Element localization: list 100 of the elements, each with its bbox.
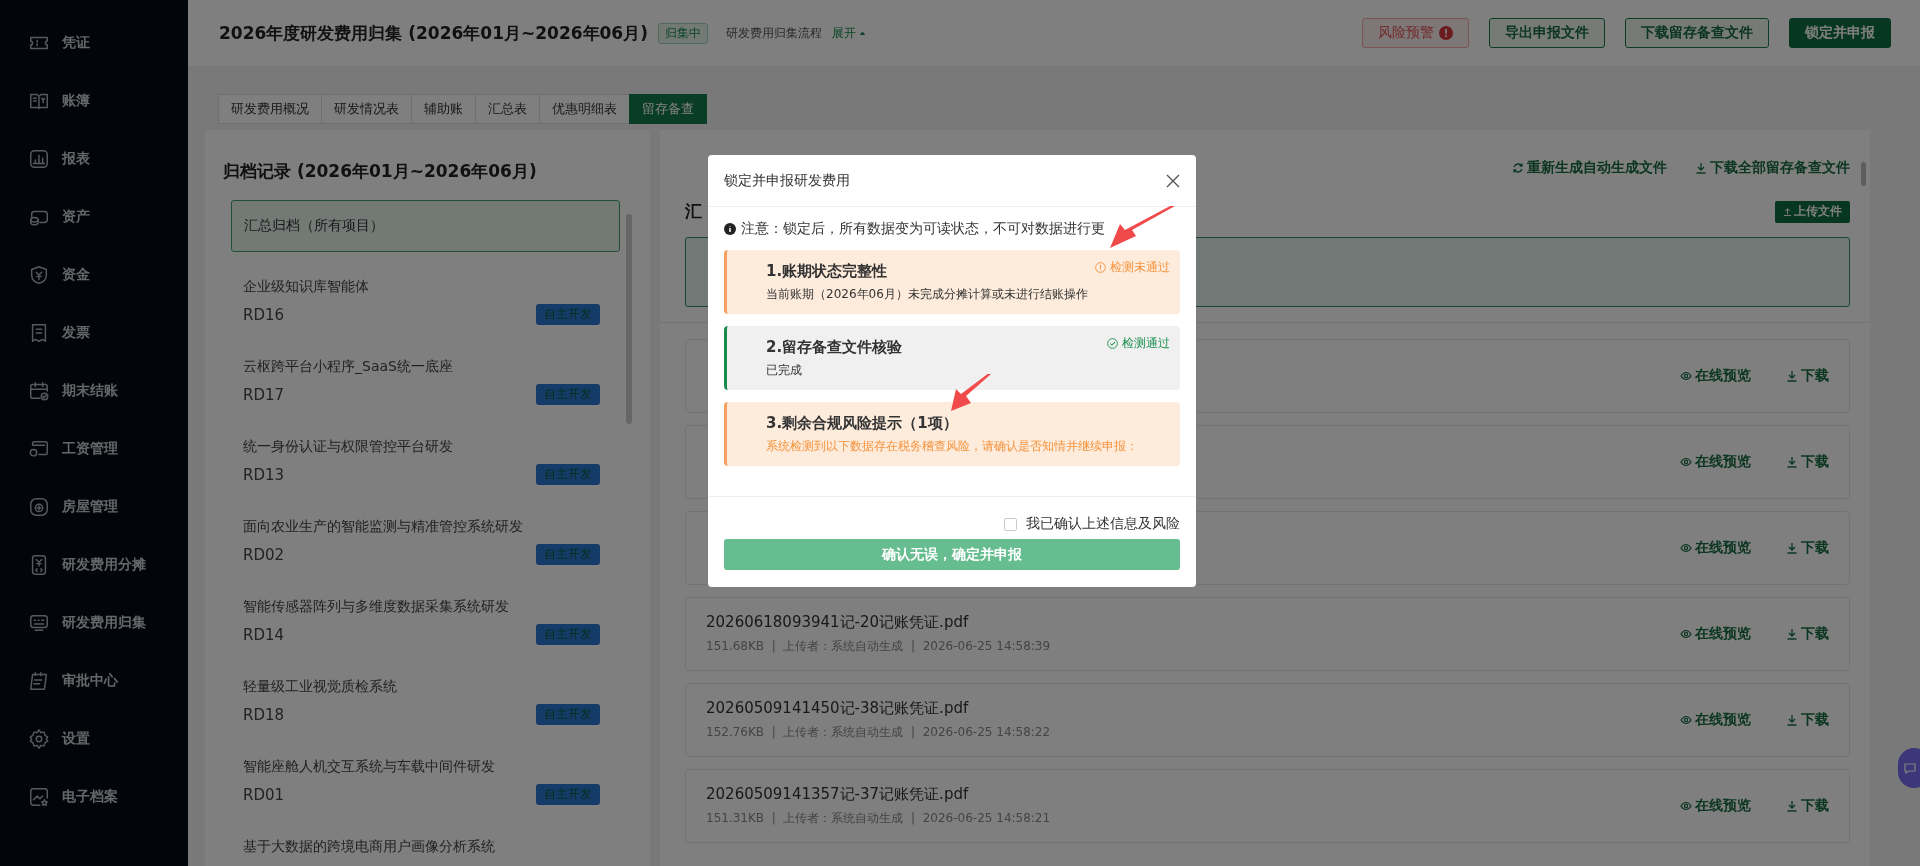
project-tag: 自主开发 [536, 624, 600, 645]
project-code: RD14 [243, 625, 285, 644]
download-link[interactable]: 下载 [1786, 625, 1829, 643]
project-name: 智能传感器阵列与多维度数据采集系统研发 [243, 598, 510, 616]
archive-item[interactable]: 面向农业生产的智能监测与精准管控系统研发 RD02 自主开发 [223, 516, 620, 596]
header-button[interactable]: 导出申报文件 [1489, 18, 1605, 48]
alert-icon [1095, 262, 1106, 273]
sidebar-item[interactable]: 研发费用归集 [0, 594, 188, 652]
download-icon [1786, 370, 1798, 382]
sidebar-item[interactable]: 账簿 [0, 72, 188, 130]
eye-icon [1680, 370, 1692, 382]
status-text: 检测未通过 [1110, 259, 1170, 276]
project-code: RD16 [243, 305, 285, 324]
sidebar-item[interactable]: 工资管理 [0, 420, 188, 478]
check-detail: 当前账期（2026年06月）未完成分摊计算或未进行结账操作 [766, 286, 1088, 303]
settings-icon [28, 728, 50, 750]
eye-icon [1680, 542, 1692, 554]
arrow-icon [1110, 206, 1175, 248]
archive-item[interactable]: 基于大数据的跨境电商用户画像分析系统 [223, 836, 620, 866]
flow-label: 研发费用归集流程 [725, 24, 822, 42]
archive-item[interactable]: 汇总归档（所有项目） [231, 200, 620, 252]
preview-link[interactable]: 在线预览 [1680, 367, 1751, 385]
download-link[interactable]: 下载 [1786, 711, 1829, 729]
sidebar-item[interactable]: 设置 [0, 710, 188, 768]
eye-icon [1680, 456, 1692, 468]
sidebar-item[interactable]: 资产 [0, 188, 188, 246]
bar-chart-icon [28, 148, 50, 170]
archive-item[interactable]: 统一身份认证与权限管控平台研发 RD13 自主开发 [223, 436, 620, 516]
archive-item[interactable]: 智能传感器阵列与多维度数据采集系统研发 RD14 自主开发 [223, 596, 620, 676]
tab[interactable]: 研发情况表 [321, 94, 412, 124]
checkbox[interactable] [1004, 517, 1017, 531]
project-tag: 自主开发 [536, 464, 600, 485]
check-circle-icon [1107, 338, 1118, 349]
tab[interactable]: 辅助账 [411, 94, 476, 124]
project-name: 智能座舱人机交互系统与车载中间件研发 [243, 758, 496, 776]
alert-badge: ! [1439, 26, 1453, 40]
upload-button[interactable]: 上传文件 [1775, 200, 1850, 223]
refresh-icon [1512, 162, 1524, 174]
preview-link[interactable]: 在线预览 [1680, 711, 1751, 729]
sidebar-item[interactable]: 凭证 [0, 14, 188, 72]
preview-link[interactable]: 在线预览 [1680, 539, 1751, 557]
preview-link[interactable]: 在线预览 [1680, 453, 1751, 471]
action-link[interactable]: 重新生成自动生成文件 [1512, 159, 1667, 177]
status-text: 检测通过 [1122, 335, 1170, 352]
project-tag: 自主开发 [536, 304, 600, 325]
sidebar-item[interactable]: 研发费用分摊 [0, 536, 188, 594]
project-name: 轻量级工业视觉质检系统 [243, 678, 398, 696]
download-icon [1786, 456, 1798, 468]
action-link[interactable]: 下载全部留存备查文件 [1695, 159, 1850, 177]
archive-item[interactable]: 企业级知识库智能体 RD16 自主开发 [223, 276, 620, 356]
download-link[interactable]: 下载 [1786, 367, 1829, 385]
sidebar-item[interactable]: 报表 [0, 130, 188, 188]
download-link[interactable]: 下载 [1786, 539, 1829, 557]
project-tag: 自主开发 [536, 384, 600, 405]
archive-item[interactable]: 智能座舱人机交互系统与车载中间件研发 RD01 自主开发 [223, 756, 620, 836]
wallet-icon [28, 438, 50, 460]
project-code: RD17 [243, 385, 285, 404]
tab[interactable]: 留存备查 [629, 94, 707, 124]
check-title: 3.剩余合规风险提示（1项） [766, 414, 958, 433]
scrollbar-thumb[interactable] [626, 214, 632, 424]
sidebar-item[interactable]: 审批中心 [0, 652, 188, 710]
archive-item[interactable]: 云枢跨平台小程序_SaaS统一底座 RD17 自主开发 [223, 356, 620, 436]
project-code: RD13 [243, 465, 285, 484]
sidebar-item[interactable]: 房屋管理 [0, 478, 188, 536]
file-name: 20260509141357记-37记账凭证.pdf [706, 785, 970, 804]
project-tag: 自主开发 [536, 544, 600, 565]
header-button[interactable]: 下载留存备查文件 [1625, 18, 1769, 48]
file-name: 20260618093941记-20记账凭证.pdf [706, 613, 970, 632]
scrollbar-thumb[interactable] [1861, 162, 1866, 186]
header-button[interactable]: 锁定并申报 [1789, 18, 1891, 48]
risk-warning-button[interactable]: 风险预警 ! [1362, 18, 1469, 48]
sidebar-item[interactable]: 电子档案 [0, 768, 188, 826]
chat-icon [1904, 762, 1916, 774]
close-icon[interactable] [1166, 173, 1180, 188]
info-icon [724, 223, 736, 235]
caret-up-icon [858, 30, 866, 36]
section-title: 汇 [685, 200, 702, 223]
download-icon [1786, 542, 1798, 554]
archive-item[interactable]: 轻量级工业视觉质检系统 RD18 自主开发 [223, 676, 620, 756]
download-icon [1786, 714, 1798, 726]
eye-icon [1680, 628, 1692, 640]
expand-link[interactable]: 展开 [831, 24, 866, 42]
tab[interactable]: 汇总表 [475, 94, 540, 124]
checkbox-label: 我已确认上述信息及风险 [1026, 515, 1180, 533]
monitor-icon [28, 612, 50, 634]
sidebar-item[interactable]: 发票 [0, 304, 188, 362]
sidebar-item[interactable]: 期末结账 [0, 362, 188, 420]
download-link[interactable]: 下载 [1786, 453, 1829, 471]
preview-link[interactable]: 在线预览 [1680, 625, 1751, 643]
preview-link[interactable]: 在线预览 [1680, 797, 1751, 815]
notice-text: 注意：锁定后，所有数据变为可读状态，不可对数据进行更 [741, 220, 1105, 238]
project-name: 统一身份认证与权限管控平台研发 [243, 438, 454, 456]
panel-title: 归档记录 (2026年01月~2026年06月) [223, 160, 538, 183]
sidebar-item[interactable]: 资金 [0, 246, 188, 304]
tab[interactable]: 研发费用概况 [218, 94, 322, 124]
tab[interactable]: 优惠明细表 [539, 94, 630, 124]
project-name: 基于大数据的跨境电商用户画像分析系统 [243, 838, 496, 856]
dialog-title: 锁定并申报研发费用 [724, 171, 850, 190]
project-name: 面向农业生产的智能监测与精准管控系统研发 [243, 518, 524, 536]
download-link[interactable]: 下载 [1786, 797, 1829, 815]
